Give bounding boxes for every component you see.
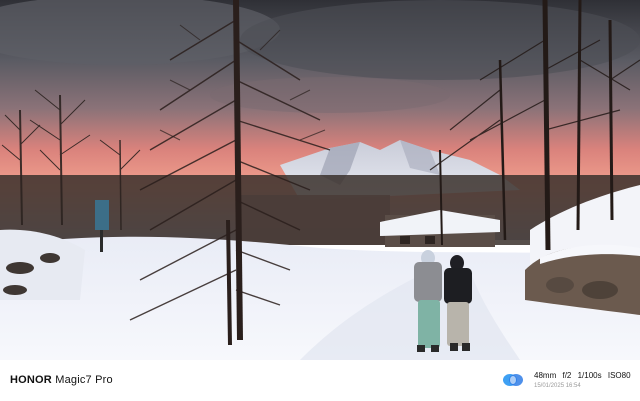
capture-datetime: 15/01/2025 16:54: [534, 383, 581, 389]
person-left: [414, 250, 442, 352]
person-right: [444, 255, 472, 351]
device-name: HONOR Magic7 Pro: [10, 374, 113, 386]
rock: [3, 285, 27, 295]
rock: [40, 253, 60, 263]
aperture: f/2: [562, 371, 572, 380]
photo-frame: HONOR Magic7 Pro 48mm f/2 1/100s ISO80 1…: [0, 0, 640, 401]
rock: [6, 262, 34, 274]
photo: [0, 0, 640, 360]
model-name: Magic7 Pro: [55, 374, 113, 386]
sign-pole: [100, 230, 103, 252]
honor-logo-icon: [503, 374, 523, 386]
chalet-window: [400, 236, 410, 244]
photo-scene: [0, 0, 640, 360]
cloud: [210, 77, 450, 113]
sign-post: [95, 200, 109, 230]
rock: [546, 277, 574, 293]
brand-name: HONOR: [10, 374, 52, 386]
rock: [582, 281, 618, 299]
camera-params: 48mm f/2 1/100s ISO80: [534, 371, 631, 381]
camera-watermark-bar: HONOR Magic7 Pro 48mm f/2 1/100s ISO80 1…: [0, 360, 640, 401]
focal-length: 48mm: [534, 371, 557, 380]
treeline: [240, 195, 390, 245]
iso: ISO80: [607, 371, 631, 380]
shutter-speed: 1/100s: [577, 371, 602, 380]
chalet-window: [425, 236, 435, 244]
